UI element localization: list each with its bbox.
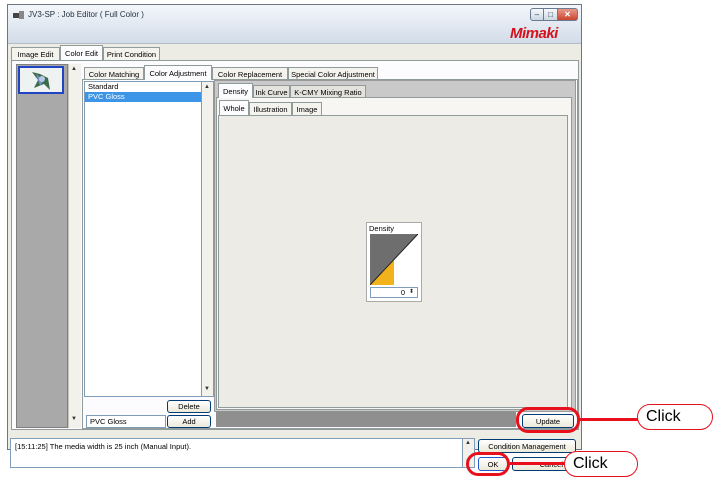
tab-image-edit[interactable]: Image Edit: [11, 47, 60, 60]
update-callout-connector: [580, 418, 640, 421]
thumbnail-scrollbar[interactable]: ▲ ▼: [68, 64, 81, 428]
update-highlight-ring: [516, 407, 580, 433]
editor-bottom-bar: [216, 411, 516, 427]
ok-highlight-ring: [466, 452, 510, 476]
condition-management-button[interactable]: Condition Management: [478, 439, 576, 453]
adjustment-list[interactable]: Standard PVC Gloss: [84, 81, 202, 397]
scroll-down-icon[interactable]: ▼: [204, 386, 210, 392]
list-item-standard[interactable]: Standard: [85, 82, 201, 92]
list-item-pvc-gloss[interactable]: PVC Gloss: [85, 92, 201, 102]
density-curve-graph[interactable]: [370, 234, 418, 285]
app-icon: [13, 11, 24, 19]
density-label: Density: [369, 224, 395, 233]
brand-logo: Mimaki: [510, 25, 558, 42]
tab-whole[interactable]: Whole: [219, 100, 249, 115]
tab-image[interactable]: Image: [292, 102, 322, 115]
image-thumbnail[interactable]: [18, 66, 64, 94]
scroll-up-icon[interactable]: ▲: [204, 84, 210, 90]
spinner-icon[interactable]: ⬍: [409, 288, 414, 295]
tab-illustration[interactable]: Illustration: [249, 102, 292, 115]
window-controls: – □ ✕: [530, 8, 578, 22]
update-click-callout: Click: [637, 404, 713, 430]
tab-color-edit[interactable]: Color Edit: [60, 45, 103, 60]
ok-click-callout: Click: [564, 451, 638, 477]
tab-print-condition[interactable]: Print Condition: [103, 47, 160, 60]
list-scrollbar[interactable]: ▲ ▼: [201, 81, 214, 397]
title-bar[interactable]: JV3-SP : Job Editor ( Full Color ) – □ ✕…: [8, 5, 581, 44]
status-message: [15:11:25] The media width is 25 inch (M…: [10, 438, 472, 468]
scroll-up-icon[interactable]: ▲: [71, 66, 77, 72]
thumbnail-strip: [16, 64, 68, 428]
adjustment-name-field[interactable]: PVC Gloss: [86, 415, 166, 428]
scroll-down-icon[interactable]: ▼: [71, 416, 77, 422]
scroll-up-icon[interactable]: ▲: [465, 440, 471, 446]
window-title: JV3-SP : Job Editor ( Full Color ): [28, 10, 144, 19]
close-button[interactable]: ✕: [558, 8, 578, 21]
density-widget: Density 0 ⬍: [366, 222, 422, 302]
maximize-button[interactable]: □: [544, 8, 558, 21]
ok-callout-connector: [510, 462, 568, 465]
add-button[interactable]: Add: [167, 415, 211, 428]
thumbnail-image: [20, 68, 62, 92]
tab-color-adjustment[interactable]: Color Adjustment: [144, 65, 212, 80]
minimize-button[interactable]: –: [530, 8, 544, 21]
tab-density[interactable]: Density: [218, 83, 253, 98]
delete-button[interactable]: Delete: [167, 400, 211, 413]
